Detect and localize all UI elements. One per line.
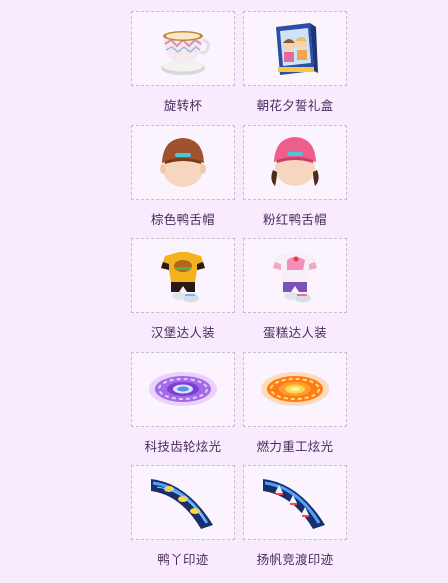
item-fire-gear-glow[interactable]: 燃力重工炫光 (243, 341, 347, 455)
item-label: 燃力重工炫光 (256, 438, 334, 454)
item-teacup[interactable]: 旋转杯 (131, 0, 235, 114)
gift-box-icon (276, 22, 318, 75)
item-image-frame[interactable] (243, 124, 347, 200)
item-image-frame[interactable] (243, 465, 347, 540)
orange-gear-glow-icon (261, 372, 329, 406)
item-image-frame[interactable] (131, 351, 235, 427)
item-duck-trail[interactable]: 鸭丫印迹 (131, 454, 235, 568)
item-burger-outfit[interactable]: 汉堡达人装 (131, 227, 235, 341)
sail-trail-icon (263, 478, 325, 529)
item-brown-cap[interactable]: 棕色鸭舌帽 (131, 114, 235, 228)
item-cake-outfit[interactable]: 蛋糕达人装 (243, 227, 347, 341)
item-label: 棕色鸭舌帽 (150, 211, 215, 227)
item-label: 扬帆竞渡印迹 (256, 552, 334, 567)
item-grid: 旋转杯 朝花夕誓礼盒 棕色鸭舌帽 粉红鸭舌帽 汉堡达人装 蛋糕达人装 科技齿轮炫… (131, 0, 347, 568)
pink-cap-icon (271, 137, 319, 186)
item-label: 科技齿轮炫光 (144, 438, 222, 454)
item-gift-box[interactable]: 朝花夕誓礼盒 (243, 0, 347, 114)
item-label: 粉红鸭舌帽 (262, 211, 327, 227)
brown-cap-icon (160, 138, 206, 187)
item-label: 朝花夕誓礼盒 (256, 98, 334, 113)
purple-gear-glow-icon (149, 372, 217, 406)
item-image-frame[interactable] (131, 465, 235, 540)
item-image-frame[interactable] (131, 124, 235, 200)
item-label: 蛋糕达人装 (262, 325, 327, 340)
item-sail-trail[interactable]: 扬帆竞渡印迹 (243, 454, 347, 568)
item-image-frame[interactable] (131, 238, 235, 313)
item-image-frame[interactable] (131, 11, 235, 86)
item-tech-gear-glow[interactable]: 科技齿轮炫光 (131, 341, 235, 455)
item-pink-cap[interactable]: 粉红鸭舌帽 (243, 114, 347, 228)
cake-outfit-icon (273, 251, 317, 302)
item-label: 旋转杯 (163, 98, 203, 113)
burger-outfit-icon (161, 251, 205, 302)
duck-trail-icon (151, 478, 213, 529)
teacup-icon (161, 30, 210, 75)
item-image-frame[interactable] (243, 11, 347, 86)
item-image-frame[interactable] (243, 351, 347, 427)
item-image-frame[interactable] (243, 238, 347, 313)
item-label: 鸭丫印迹 (157, 552, 209, 567)
item-label: 汉堡达人装 (150, 325, 215, 340)
